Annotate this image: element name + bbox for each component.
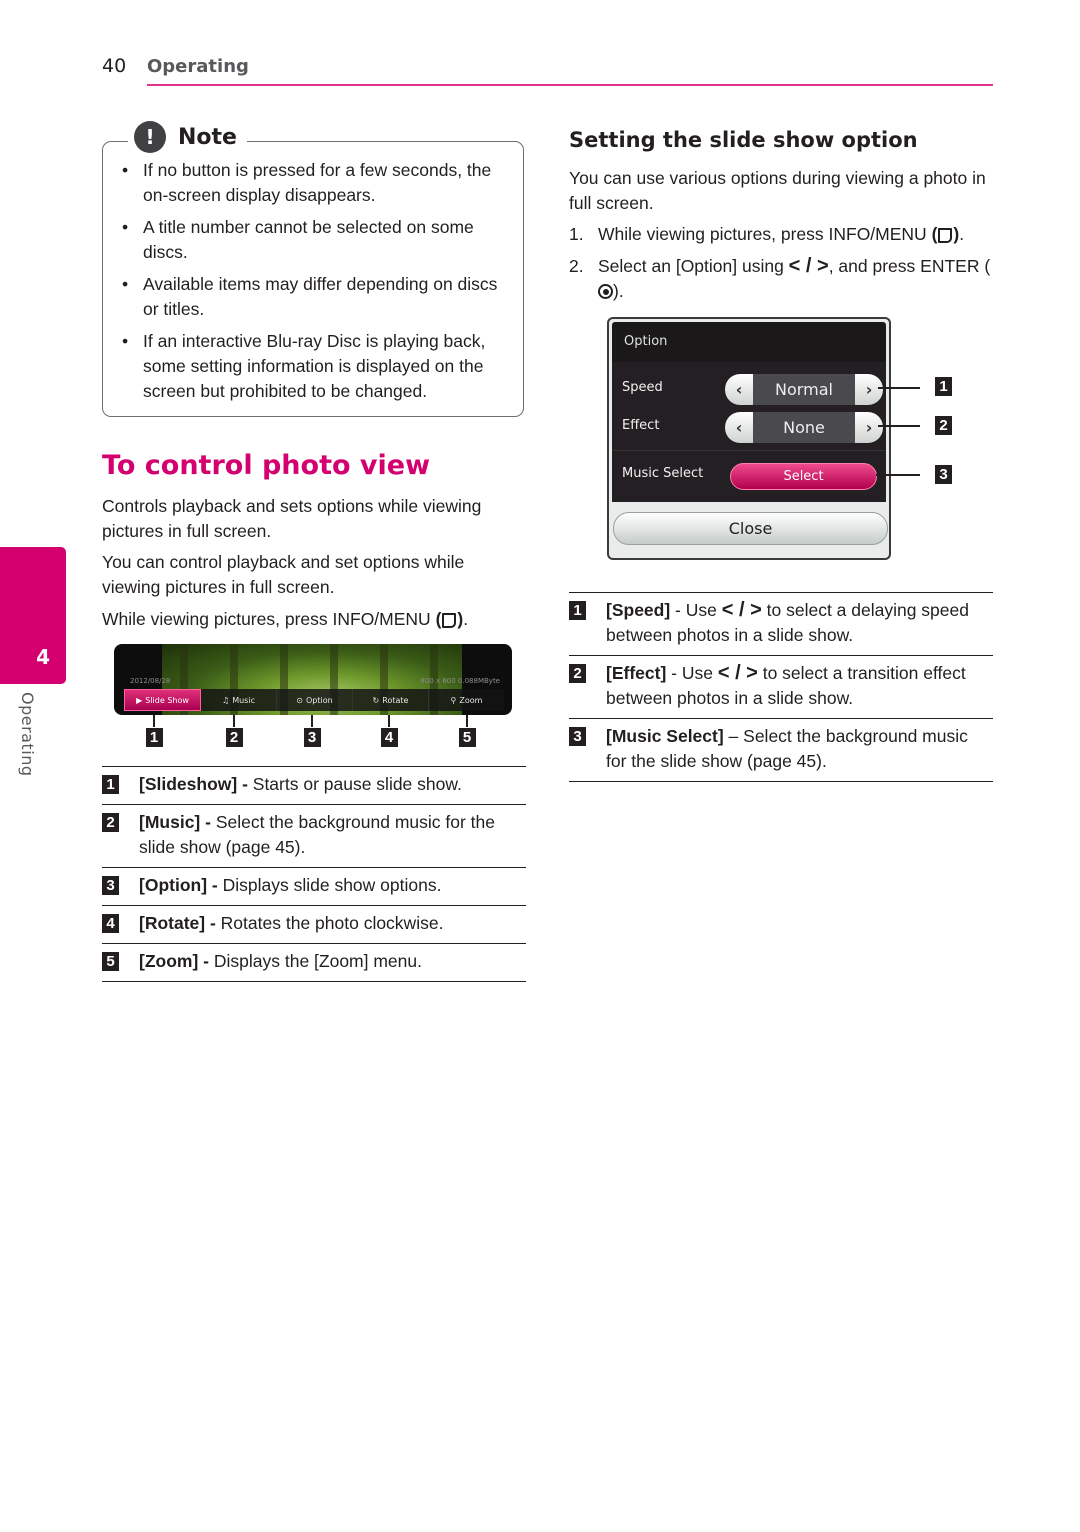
note-header: ! Note xyxy=(128,119,247,155)
note-item: If no button is pressed for a few second… xyxy=(120,158,515,208)
note-list: If no button is pressed for a few second… xyxy=(120,158,515,411)
close-button[interactable]: Close xyxy=(613,512,888,545)
select-button[interactable]: Select xyxy=(730,463,877,490)
chapter-number: 4 xyxy=(36,645,50,669)
table-row: 1 [Slideshow] - Starts or pause slide sh… xyxy=(102,766,526,804)
effect-label: Effect xyxy=(622,418,660,433)
exclamation-icon: ! xyxy=(134,121,166,153)
play-icon: ▶ xyxy=(136,695,143,705)
speed-spinner[interactable]: ‹ Normal › xyxy=(725,374,883,405)
callout-1: 1 xyxy=(935,377,952,396)
info-menu-key-icon xyxy=(442,613,457,628)
table-row: 1 [Speed] - Use < / > to select a delayi… xyxy=(569,592,993,655)
callout-4: 4 xyxy=(379,715,399,747)
table-row: 2 [Music] - Select the background music … xyxy=(102,804,526,867)
chevron-left-icon[interactable]: ‹ xyxy=(725,374,753,405)
callout-2: 2 xyxy=(224,715,244,747)
callout-3: 3 xyxy=(302,715,322,747)
slideshow-options-table: 1 [Speed] - Use < / > to select a delayi… xyxy=(569,592,993,782)
speed-label: Speed xyxy=(622,380,663,395)
magnifier-icon: ⚲ xyxy=(450,695,457,705)
paragraph: While viewing pictures, press INFO/MENU … xyxy=(102,609,469,629)
subsection-heading: Setting the slide show option xyxy=(569,128,918,152)
option-icon: ⊙ xyxy=(296,695,303,705)
left-right-arrows-icon: < / > xyxy=(717,662,758,684)
photo-info: 800 x 600 0.088MByte xyxy=(420,677,500,685)
music-note-icon: ♫ xyxy=(222,695,230,705)
rotate-icon: ↻ xyxy=(372,695,380,705)
paragraph: You can control playback and set options… xyxy=(102,552,465,597)
callout-3: 3 xyxy=(935,465,952,484)
callout-line xyxy=(878,425,920,427)
callout-5: 5 xyxy=(457,715,477,747)
paragraph: Controls playback and sets options while… xyxy=(102,496,482,541)
photo-controls-table: 1 [Slideshow] - Starts or pause slide sh… xyxy=(102,766,526,982)
effect-spinner[interactable]: ‹ None › xyxy=(725,412,883,443)
table-row: 3 [Option] - Displays slide show options… xyxy=(102,867,526,905)
table-row: 4 [Rotate] - Rotates the photo clockwise… xyxy=(102,905,526,943)
slide-show-button[interactable]: ▶ Slide Show xyxy=(124,689,201,711)
enter-icon xyxy=(598,284,613,299)
callout-2: 2 xyxy=(935,416,952,435)
photo-toolbar: ▶ Slide Show ♫ Music ⊙ Option ↻ Rotate ⚲… xyxy=(124,689,504,711)
table-row: 3 [Music Select] – Select the background… xyxy=(569,718,993,782)
header-rule xyxy=(147,84,993,86)
table-row: 2 [Effect] - Use < / > to select a trans… xyxy=(569,655,993,718)
step-item: 2. Select an [Option] using < / >, and p… xyxy=(569,255,991,301)
dialog-title: Option xyxy=(624,334,668,349)
option-button[interactable]: ⊙ Option xyxy=(277,689,353,711)
option-dialog: Option Speed ‹ Normal › Effect ‹ None › … xyxy=(607,317,891,560)
table-row: 5 [Zoom] - Displays the [Zoom] menu. xyxy=(102,943,526,982)
photo-date: 2012/08/28 xyxy=(130,677,171,685)
left-right-arrows-icon: < / > xyxy=(788,255,829,277)
chapter-tab: 4 xyxy=(0,547,66,684)
page-number: 40 xyxy=(102,55,127,77)
paragraph: You can use various options during viewi… xyxy=(569,168,986,213)
music-button[interactable]: ♫ Music xyxy=(201,689,277,711)
step-item: 1. While viewing pictures, press INFO/ME… xyxy=(569,224,965,244)
steps-list: 1. While viewing pictures, press INFO/ME… xyxy=(569,222,993,311)
chevron-right-icon[interactable]: › xyxy=(855,412,883,443)
note-item: A title number cannot be selected on som… xyxy=(120,215,515,265)
info-menu-key-icon xyxy=(938,228,953,243)
chapter-label: Operating xyxy=(18,692,37,777)
zoom-button[interactable]: ⚲ Zoom xyxy=(429,689,504,711)
section-heading: To control photo view xyxy=(102,450,431,481)
note-item: If an interactive Blu-ray Disc is playin… xyxy=(120,329,515,404)
section-name: Operating xyxy=(147,56,249,77)
callout-line xyxy=(876,474,920,476)
music-select-label: Music Select xyxy=(622,466,704,481)
callout-1: 1 xyxy=(144,715,164,747)
rotate-button[interactable]: ↻ Rotate xyxy=(353,689,429,711)
chevron-right-icon[interactable]: › xyxy=(855,374,883,405)
left-right-arrows-icon: < / > xyxy=(721,599,762,621)
chevron-left-icon[interactable]: ‹ xyxy=(725,412,753,443)
paragraph-text: While viewing pictures, press INFO/MENU xyxy=(102,609,436,629)
callout-line xyxy=(878,387,920,389)
note-item: Available items may differ depending on … xyxy=(120,272,515,322)
photo-view-screenshot: 2012/08/28 800 x 600 0.088MByte ▶ Slide … xyxy=(114,644,512,715)
note-title: Note xyxy=(178,124,237,150)
